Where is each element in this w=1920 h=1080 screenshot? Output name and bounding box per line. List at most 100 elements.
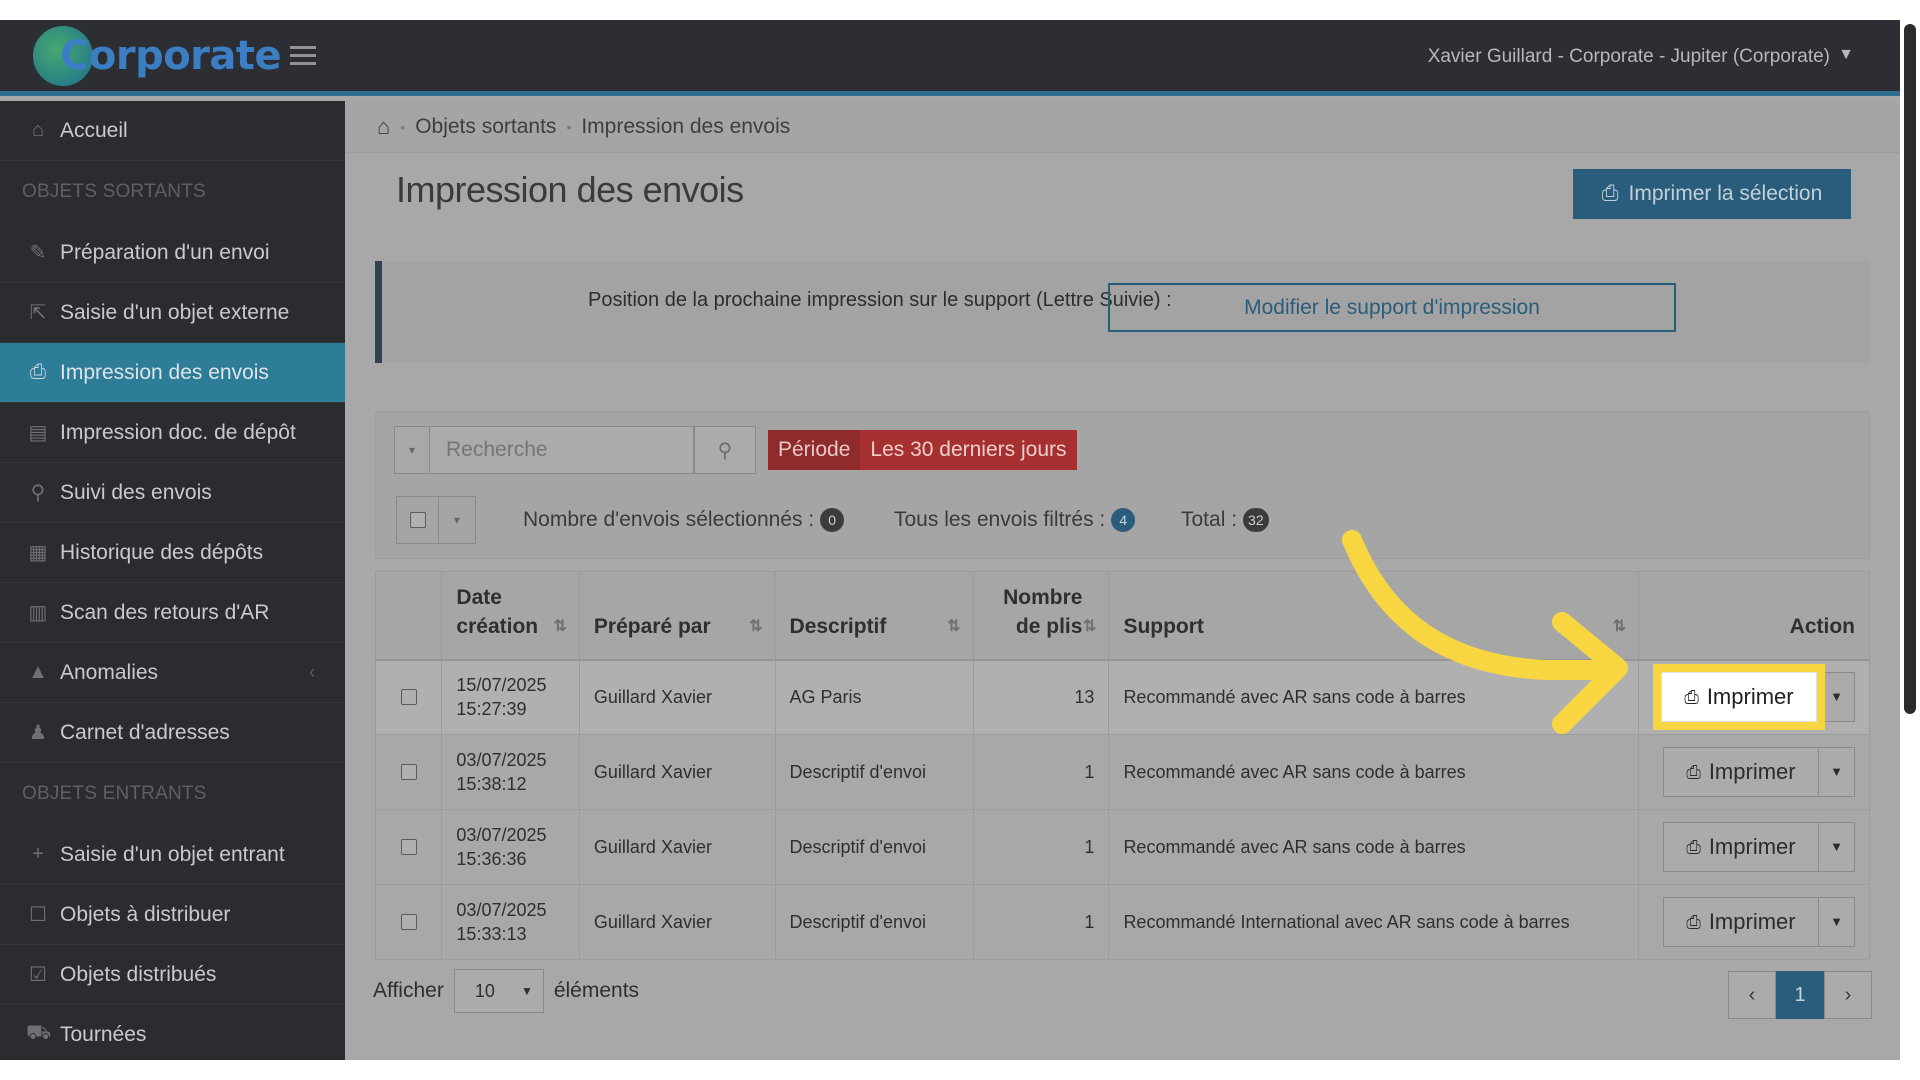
sort-icon[interactable]: ⇅ <box>554 612 567 641</box>
row-date: 03/07/2025 <box>456 825 547 845</box>
sidebar-item-printer[interactable]: ⎙ Impression des envois <box>0 343 345 403</box>
page-title: Impression des envois <box>396 169 744 210</box>
modify-support-button[interactable]: Modifier le support d'impression <box>1108 283 1676 332</box>
sidebar-item-label: Préparation d'un envoi <box>60 240 270 264</box>
row-checkbox[interactable] <box>400 689 417 706</box>
logo-text: Corporate <box>60 33 282 79</box>
row-count: 1 <box>972 884 1110 960</box>
sidebar-item-checked-square[interactable]: ☑ Objets distribués <box>0 945 345 1005</box>
hamburger-menu-icon[interactable] <box>290 46 316 70</box>
sidebar-item-plus[interactable]: + Saisie d'un objet entrant <box>0 825 345 885</box>
external-edit-icon: ⇱ <box>29 302 47 324</box>
search-button[interactable]: ⚲ <box>694 426 756 474</box>
row-description: Descriptif d'envoi <box>774 809 974 885</box>
barcode-icon: ▥ <box>28 602 48 624</box>
chevron-down-icon: ▼ <box>1830 689 1843 705</box>
select-all-checkbox[interactable] <box>397 497 439 543</box>
sidebar-item-label: Tournées <box>60 1022 147 1046</box>
calendar-icon: ▦ <box>28 542 48 564</box>
search-icon: ⚲ <box>30 482 46 504</box>
printer-icon: ⎙ <box>30 361 46 383</box>
table-row[interactable]: 03/07/2025 15:38:12 Guillard Xavier Descrip… <box>374 734 1871 810</box>
sidebar-item-label: Impression doc. de dépôt <box>60 420 296 444</box>
sidebar-item-warning[interactable]: ▲ Anomalies ‹ <box>0 643 345 703</box>
row-date: 03/07/2025 <box>456 750 547 770</box>
sidebar-item-square[interactable]: ☐ Objets à distribuer <box>0 885 345 945</box>
breadcrumb-separator: • <box>566 118 572 135</box>
print-selection-label: Imprimer la sélection <box>1628 182 1823 205</box>
home-icon[interactable]: ⌂ <box>377 114 390 140</box>
scrollbar-thumb[interactable] <box>1904 24 1916 714</box>
page-length-value: 10 <box>474 980 495 1001</box>
pencil-icon: ✎ <box>29 242 47 264</box>
column-support[interactable]: Support ⇅ <box>1108 571 1639 661</box>
sidebar-item-pencil[interactable]: ✎ Préparation d'un envoi <box>0 223 345 283</box>
sort-icon[interactable]: ⇅ <box>1613 612 1626 641</box>
row-prepared-by: Guillard Xavier <box>578 734 776 810</box>
table-row[interactable]: 03/07/2025 15:33:13 Guillard Xavier Descrip… <box>374 884 1871 960</box>
print-button[interactable]: ⎙ Imprimer <box>1663 897 1819 947</box>
chevron-down-icon[interactable]: ▼ <box>1838 46 1854 64</box>
breadcrumb-objets-sortants[interactable]: Objets sortants <box>415 115 556 139</box>
print-button-label: Imprimer <box>1708 909 1796 934</box>
print-position-panel: Position de la prochaine impression sur … <box>375 261 1870 363</box>
row-date: 03/07/2025 <box>456 900 547 920</box>
sidebar-item-search[interactable]: ⚲ Suivi des envois <box>0 463 345 523</box>
page-length-control: Afficher 10 ▼ éléments <box>373 969 639 1013</box>
row-description: Descriptif d'envoi <box>774 734 974 810</box>
chevron-left-icon[interactable]: ‹ <box>309 662 315 683</box>
sidebar-item-cart[interactable]: ⛟ Tournées <box>0 1005 345 1060</box>
chevron-down-icon: ▼ <box>1830 914 1843 929</box>
row-checkbox[interactable] <box>400 764 417 780</box>
sort-icon[interactable]: ⇅ <box>947 612 960 641</box>
print-button[interactable]: ⎙ Imprimer <box>1663 822 1819 872</box>
row-checkbox[interactable] <box>400 839 417 855</box>
sidebar-item-external-edit[interactable]: ⇱ Saisie d'un objet externe <box>0 283 345 343</box>
sidebar-item-users[interactable]: ♟ Carnet d'adresses <box>0 703 345 763</box>
period-label: Période <box>768 430 861 470</box>
page-length-select[interactable]: 10 ▼ <box>453 969 544 1013</box>
column-date[interactable]: Date création ⇅ <box>441 571 580 661</box>
sidebar-item-calendar[interactable]: ▦ Historique des dépôts <box>0 523 345 583</box>
sidebar-section-incoming: OBJETS ENTRANTS <box>22 783 207 804</box>
sidebar-item-accueil[interactable]: ⌂ Accueil <box>0 101 345 161</box>
sidebar-item-barcode[interactable]: ▥ Scan des retours d'AR <box>0 583 345 643</box>
period-filter-tag[interactable]: Période Les 30 derniers jours <box>768 430 1077 470</box>
print-options-dropdown[interactable]: ▼ <box>1819 747 1855 797</box>
column-prepared-by[interactable]: Préparé par ⇅ <box>578 571 776 661</box>
row-support: Recommandé avec AR sans code à barres <box>1108 734 1639 810</box>
user-menu[interactable]: Xavier Guillard - Corporate - Jupiter (C… <box>1428 46 1830 68</box>
sidebar: ⌂ Accueil OBJETS SORTANTS ✎ Préparation d… <box>0 101 345 1060</box>
sort-icon[interactable]: ⇅ <box>749 612 762 641</box>
column-count[interactable]: Nombre de plis ⇅ <box>972 571 1110 661</box>
search-scope-dropdown[interactable]: ▾ <box>394 426 430 474</box>
row-date-cell: 15/07/2025 15:27:39 <box>441 659 580 735</box>
search-input[interactable] <box>430 426 694 474</box>
sidebar-item-label: Carnet d'adresses <box>60 720 230 744</box>
select-options-dropdown[interactable]: ▾ <box>439 497 475 543</box>
sidebar-section-outgoing: OBJETS SORTANTS <box>22 181 206 202</box>
filtered-count: Tous les envois filtrés : 4 <box>894 508 1136 532</box>
print-options-dropdown[interactable]: ▼ <box>1819 822 1855 872</box>
sort-icon[interactable]: ⇅ <box>1083 612 1096 641</box>
print-button-label: Imprimer <box>1708 834 1796 859</box>
pagination-page-current[interactable]: 1 <box>1776 971 1824 1019</box>
row-count: 1 <box>972 734 1110 810</box>
print-button[interactable]: ⎙ Imprimer <box>1663 747 1819 797</box>
table-row[interactable]: 03/07/2025 15:36:36 Guillard Xavier Descrip… <box>374 809 1871 885</box>
breadcrumb-current: Impression des envois <box>581 114 791 138</box>
table-row[interactable]: 15/07/2025 15:27:39 Guillard Xavier AG Pari… <box>374 659 1871 735</box>
print-options-dropdown[interactable]: ▼ <box>1819 897 1855 947</box>
sidebar-item-label: Objets à distribuer <box>60 902 231 926</box>
sidebar-item-document[interactable]: ▤ Impression doc. de dépôt <box>0 403 345 463</box>
print-button[interactable]: ⎙ Imprimer <box>1661 672 1817 723</box>
row-checkbox[interactable] <box>400 914 417 930</box>
pagination-next-button[interactable]: › <box>1824 971 1872 1019</box>
chevron-down-icon: ▼ <box>520 984 533 998</box>
logo[interactable]: Corporate <box>30 24 282 88</box>
column-description[interactable]: Descriptif ⇅ <box>774 571 974 661</box>
pagination-prev-button[interactable]: ‹ <box>1728 971 1776 1019</box>
print-selection-button[interactable]: ⎙ Imprimer la sélection <box>1573 169 1851 219</box>
row-select-cell <box>374 884 443 960</box>
column-prepared-by-label: Préparé par <box>593 614 711 638</box>
